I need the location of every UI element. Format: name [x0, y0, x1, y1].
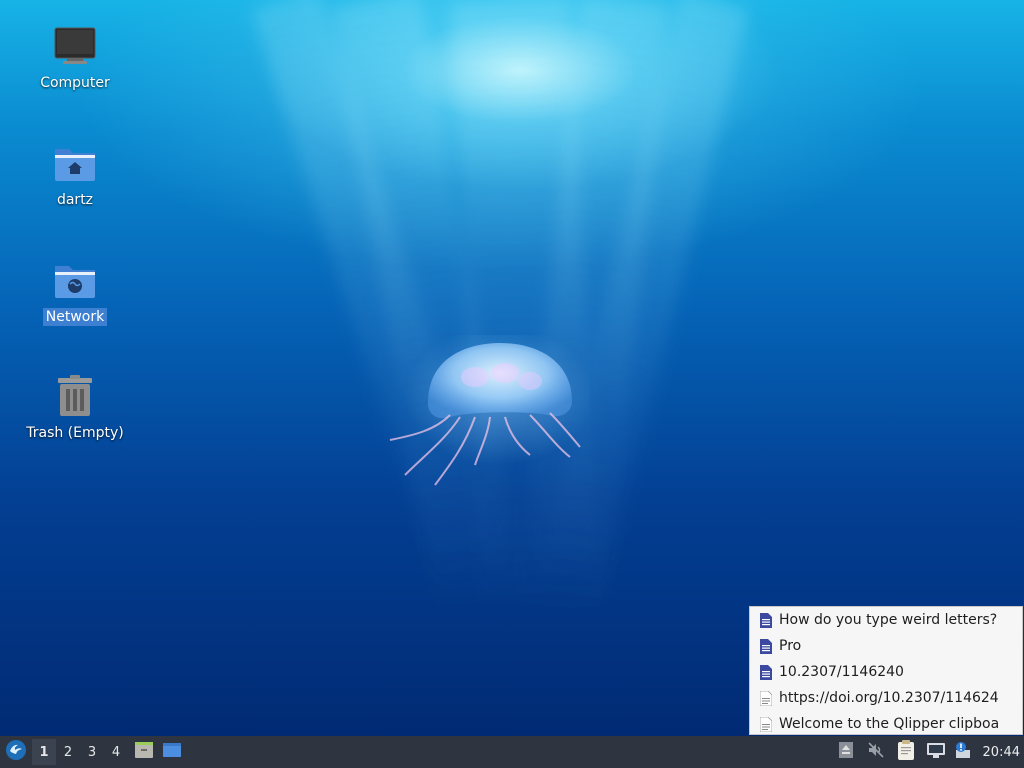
file-manager-icon — [134, 740, 154, 764]
show-desktop-icon — [162, 741, 182, 763]
lxqt-menu-icon — [5, 739, 27, 765]
workspace-button-2[interactable]: 2 — [56, 739, 80, 765]
file-manager-launcher[interactable] — [130, 736, 158, 768]
clipboard-item-text: 10.2307/1146240 — [779, 664, 904, 680]
workspace-button-1[interactable]: 1 — [32, 739, 56, 765]
desktop-icon-dartz[interactable]: dartz — [20, 139, 130, 209]
qlipper-clipboard-menu: How do you type weird letters? Pro 10.23… — [749, 606, 1023, 735]
clipboard-icon — [897, 739, 915, 765]
system-tray: 20:44 — [831, 736, 1024, 768]
home-folder-icon — [51, 139, 99, 187]
clipboard-history-item[interactable]: https://doi.org/10.2307/114624 — [750, 685, 1022, 711]
clipboard-history-item[interactable]: Pro — [750, 633, 1022, 659]
volume-button[interactable] — [861, 736, 891, 768]
volume-muted-icon — [867, 741, 885, 763]
desktop-icon-computer[interactable]: Computer — [20, 22, 130, 92]
desktop-icon-label: Trash (Empty) — [26, 425, 124, 441]
clipboard-tray-button[interactable] — [891, 736, 921, 768]
trash-icon — [51, 372, 99, 420]
document-icon — [758, 664, 774, 680]
clipboard-item-text: How do you type weird letters? — [779, 612, 998, 628]
clock[interactable]: 20:44 — [975, 745, 1024, 760]
clipboard-history-item[interactable]: 10.2307/1146240 — [750, 659, 1022, 685]
desktop-icon-label: Computer — [40, 75, 110, 91]
network-tray-button[interactable] — [921, 736, 951, 768]
document-icon — [758, 612, 774, 628]
network-folder-icon — [51, 256, 99, 304]
desktop-background[interactable]: Computer dartz Network Trash (Empty) How… — [0, 0, 1024, 736]
network-icon — [926, 741, 946, 763]
taskbar: 1 2 3 4 20:44 — [0, 736, 1024, 768]
update-notifier-icon — [954, 741, 972, 763]
start-menu-button[interactable] — [0, 736, 32, 768]
clipboard-item-text: https://doi.org/10.2307/114624 — [779, 690, 999, 706]
desktop-icon-network[interactable]: Network — [20, 256, 130, 326]
document-icon — [758, 638, 774, 654]
text-file-icon — [758, 716, 774, 732]
workspace-button-4[interactable]: 4 — [104, 739, 128, 765]
clipboard-history-item[interactable]: How do you type weird letters? — [750, 607, 1022, 633]
text-file-icon — [758, 690, 774, 706]
eject-button[interactable] — [831, 736, 861, 768]
computer-icon — [51, 22, 99, 70]
desktop-icon-label: Network — [42, 308, 108, 326]
eject-icon — [838, 741, 854, 763]
desktop-icon-trash[interactable]: Trash (Empty) — [20, 372, 130, 442]
update-notifier-button[interactable] — [951, 736, 975, 768]
jellyfish-wallpaper-image — [389, 335, 590, 486]
clipboard-history-item[interactable]: Welcome to the Qlipper clipboa — [750, 711, 1022, 736]
clipboard-item-text: Pro — [779, 638, 802, 654]
desktop-icon-label: dartz — [56, 192, 94, 208]
workspace-button-3[interactable]: 3 — [80, 739, 104, 765]
show-desktop-button[interactable] — [158, 736, 186, 768]
clipboard-item-text: Welcome to the Qlipper clipboa — [779, 716, 1000, 732]
workspace-switcher: 1 2 3 4 — [32, 739, 128, 765]
